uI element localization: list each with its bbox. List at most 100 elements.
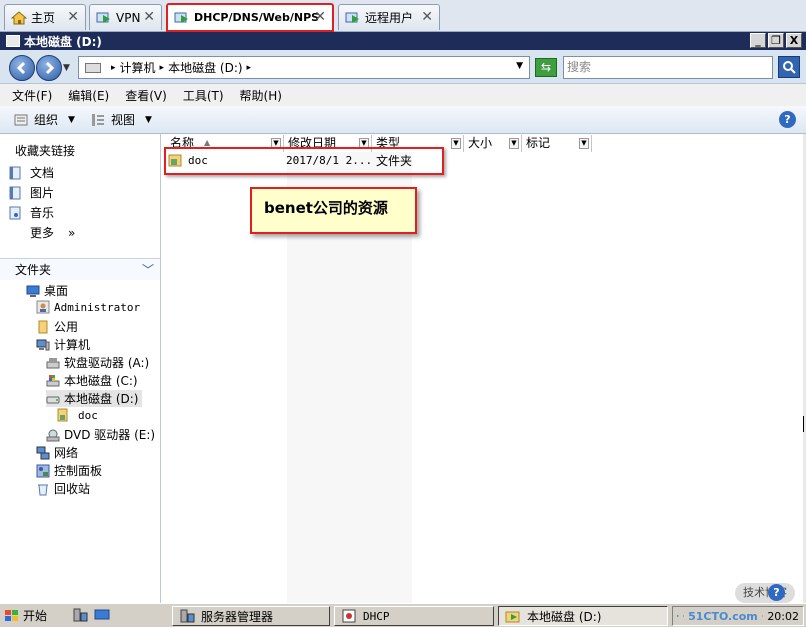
column-filter-dropdown-icon[interactable]: ▼ bbox=[579, 138, 589, 149]
address-dropdown-icon[interactable]: ▼ bbox=[516, 61, 523, 71]
menu-help[interactable]: 帮助(H) bbox=[240, 87, 282, 104]
tab-label: VPN bbox=[116, 10, 141, 25]
tab-home[interactable]: 主页 ✕ bbox=[4, 4, 86, 30]
documents-icon bbox=[9, 166, 21, 179]
tree-item-doc[interactable]: doc bbox=[56, 408, 98, 422]
command-toolbar: 组织 ▼ 视图 ▼ ? bbox=[0, 106, 806, 134]
tree-item-administrator[interactable]: Administrator bbox=[36, 300, 140, 314]
music-icon bbox=[9, 206, 21, 219]
network-icon bbox=[36, 446, 50, 459]
tree-item-public[interactable]: 公用 bbox=[36, 318, 78, 335]
forward-button[interactable] bbox=[36, 55, 62, 81]
menu-tools[interactable]: 工具(T) bbox=[183, 87, 224, 104]
folder-icon bbox=[38, 320, 48, 333]
highlight-box bbox=[164, 147, 444, 175]
close-button[interactable]: X bbox=[786, 33, 802, 48]
tab-bar: 主页 ✕ VPN ✕ DHCP/DNS/Web/NPS ✕ 远程用户 ✕ bbox=[0, 0, 806, 32]
recycle-bin-icon bbox=[38, 484, 48, 495]
views-button[interactable]: 视图 ▼ bbox=[91, 111, 152, 128]
taskbar-button-server-manager[interactable]: 服务器管理器 bbox=[172, 606, 330, 626]
dvd-icon bbox=[46, 429, 60, 441]
breadcrumb-computer[interactable]: 计算机 bbox=[120, 59, 156, 76]
taskbar-button-label: 服务器管理器 bbox=[201, 609, 274, 624]
tab-remote-users[interactable]: 远程用户 ✕ bbox=[338, 4, 440, 30]
close-icon[interactable]: ✕ bbox=[67, 9, 79, 25]
tab-dhcp-dns-web-nps[interactable]: DHCP/DNS/Web/NPS ✕ bbox=[166, 3, 334, 32]
tree-item-floppy[interactable]: 软盘驱动器 (A:) bbox=[46, 354, 149, 371]
favorite-link-pictures[interactable]: 图片 bbox=[8, 184, 54, 201]
chevron-down-icon: ▼ bbox=[144, 114, 152, 125]
menu-edit[interactable]: 编辑(E) bbox=[68, 87, 109, 104]
taskbar-button-label: 本地磁盘 (D:) bbox=[527, 609, 602, 624]
favorite-link-documents[interactable]: 文档 bbox=[8, 164, 54, 181]
tree-label: doc bbox=[78, 408, 98, 422]
favorite-link-music[interactable]: 音乐 bbox=[8, 204, 54, 221]
drive-icon bbox=[46, 396, 60, 403]
refresh-button[interactable]: ⇆ bbox=[535, 58, 557, 77]
breadcrumb-separator-icon[interactable]: ▸ bbox=[160, 63, 165, 73]
tree-item-recycle-bin[interactable]: 回收站 bbox=[36, 480, 90, 497]
back-button[interactable] bbox=[9, 55, 35, 81]
network-tray-icon[interactable] bbox=[677, 609, 679, 623]
column-label: 大小 bbox=[468, 136, 493, 150]
start-button[interactable]: 开始 bbox=[4, 606, 47, 625]
favorite-label: 音乐 bbox=[30, 206, 55, 220]
restore-button[interactable]: ❐ bbox=[768, 33, 784, 48]
breadcrumb-local-disk[interactable]: 本地磁盘 (D:) bbox=[168, 59, 242, 76]
tree-item-desktop[interactable]: 桌面 bbox=[26, 282, 68, 299]
history-dropdown-icon[interactable]: ▼ bbox=[63, 63, 70, 73]
window-title: 本地磁盘 (D:) bbox=[24, 34, 102, 49]
server-manager-quicklaunch-icon[interactable] bbox=[72, 608, 88, 622]
tree-item-drive-d[interactable]: 本地磁盘 (D:) bbox=[46, 390, 143, 407]
tree-item-network[interactable]: 网络 bbox=[36, 444, 78, 461]
menu-bar: 文件(F) 编辑(E) 查看(V) 工具(T) 帮助(H) bbox=[0, 84, 806, 106]
minimize-button[interactable]: _ bbox=[750, 33, 766, 48]
tree-label: 本地磁盘 (D:) bbox=[64, 392, 139, 406]
help-button[interactable]: ? bbox=[779, 111, 796, 128]
floppy-icon bbox=[46, 357, 60, 368]
tree-label: 本地磁盘 (C:) bbox=[64, 374, 138, 388]
tree-label: 计算机 bbox=[54, 338, 91, 352]
column-filter-dropdown-icon[interactable]: ▼ bbox=[509, 138, 519, 149]
watermark-badge: 技术博客 bbox=[735, 583, 795, 603]
tree-item-computer[interactable]: 计算机 bbox=[36, 336, 90, 353]
close-icon[interactable]: ✕ bbox=[421, 9, 433, 25]
tree-label: DVD 驱动器 (E:) bbox=[64, 428, 156, 442]
favorites-more[interactable]: 更多 » bbox=[30, 224, 75, 241]
search-input[interactable]: 搜索 bbox=[563, 56, 773, 79]
tree-label: 回收站 bbox=[54, 482, 91, 496]
help-icon: ? bbox=[768, 584, 785, 601]
warning-tray-icon[interactable] bbox=[761, 609, 764, 623]
chevron-down-icon[interactable]: ﹀ bbox=[142, 259, 154, 281]
tree-item-control-panel[interactable]: 控制面板 bbox=[36, 462, 102, 479]
clock[interactable]: 20:02 bbox=[767, 610, 799, 623]
breadcrumb-separator-icon[interactable]: ▸ bbox=[247, 63, 252, 73]
column-header-size[interactable]: 大小 ▼ bbox=[464, 135, 522, 152]
favorites-header: 收藏夹链接 bbox=[15, 144, 76, 158]
taskbar-button-label: DHCP bbox=[363, 609, 390, 623]
column-label: 标记 bbox=[526, 136, 551, 150]
show-desktop-icon[interactable] bbox=[94, 608, 110, 622]
refresh-icon: ⇆ bbox=[540, 60, 552, 74]
organize-button[interactable]: 组织 ▼ bbox=[14, 111, 75, 128]
menu-view[interactable]: 查看(V) bbox=[125, 87, 167, 104]
taskbar-button-local-disk[interactable]: 本地磁盘 (D:) bbox=[498, 606, 668, 626]
breadcrumb-separator-icon[interactable]: ▸ bbox=[111, 63, 116, 73]
security-tray-icon[interactable] bbox=[682, 609, 685, 623]
column-filter-dropdown-icon[interactable]: ▼ bbox=[451, 138, 461, 149]
address-bar[interactable]: ▸ 计算机 ▸ 本地磁盘 (D:) ▸ ▼ bbox=[78, 56, 530, 79]
tree-label: 网络 bbox=[54, 446, 79, 460]
menu-file[interactable]: 文件(F) bbox=[12, 87, 52, 104]
tab-label: 主页 bbox=[31, 11, 56, 25]
close-icon[interactable]: ✕ bbox=[143, 9, 155, 25]
search-button[interactable] bbox=[778, 56, 800, 78]
tree-item-dvd[interactable]: DVD 驱动器 (E:) bbox=[46, 426, 155, 443]
column-header-tags[interactable]: 标记 ▼ bbox=[522, 135, 592, 152]
close-icon[interactable]: ✕ bbox=[314, 9, 326, 25]
tree-item-drive-c[interactable]: 本地磁盘 (C:) bbox=[46, 372, 138, 389]
taskbar-button-dhcp[interactable]: DHCP bbox=[334, 606, 494, 626]
folders-header[interactable]: 文件夹 ﹀ bbox=[0, 258, 160, 280]
explorer-folder-icon bbox=[505, 611, 520, 623]
tab-vpn[interactable]: VPN ✕ bbox=[89, 4, 162, 30]
tree-label: 公用 bbox=[54, 320, 79, 334]
